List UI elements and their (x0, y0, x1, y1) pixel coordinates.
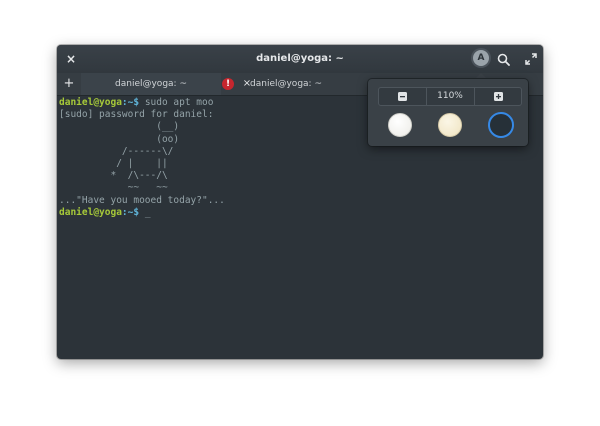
output-line: /------\/ (59, 145, 174, 157)
zoom-in-button[interactable] (474, 88, 522, 105)
prompt-user: daniel@yoga (59, 97, 122, 108)
font-settings-icon[interactable]: A (473, 50, 489, 66)
tab-label: daniel@yoga: ~ (250, 79, 322, 89)
minus-icon (398, 92, 407, 101)
final-prompt-line: daniel@yoga:~$ _ (59, 207, 225, 219)
zoom-control: 110% (378, 87, 522, 106)
output-line: / | || (59, 157, 168, 169)
font-settings-popover: 110% (368, 79, 528, 146)
prompt-path: :~$ (121, 206, 140, 218)
plus-icon (494, 92, 503, 101)
prompt-user: daniel@yoga (59, 206, 122, 218)
output-line: ~~ ~~ (59, 182, 168, 194)
output-line: (oo) (59, 133, 180, 145)
command-text: sudo apt moo (139, 97, 214, 108)
title-bar: × daniel@yoga: ~ A (57, 45, 543, 73)
tab-label: daniel@yoga: ~ (115, 79, 187, 89)
zoom-level: 110% (437, 91, 463, 101)
terminal-output[interactable]: daniel@yoga:~$ sudo apt moo [sudo] passwo… (59, 97, 225, 219)
cursor: _ (139, 206, 151, 218)
theme-light-swatch[interactable] (388, 113, 412, 137)
search-icon[interactable] (494, 50, 512, 68)
new-tab-button[interactable]: + (61, 73, 77, 95)
tab-2[interactable]: daniel@yoga: ~ (221, 73, 351, 95)
output-line: ..."Have you mooed today?"... (59, 194, 225, 206)
output-line: (__) (59, 121, 180, 133)
prompt-path: :~$ (121, 97, 140, 108)
output-line: [sudo] password for daniel: (59, 109, 214, 121)
window-title: daniel@yoga: ~ (256, 53, 344, 64)
tab-1[interactable]: daniel@yoga: ~ ! × (81, 73, 251, 95)
output-line: * /\---/\ (59, 170, 168, 182)
zoom-out-button[interactable] (379, 88, 427, 105)
command-line: daniel@yoga:~$ sudo apt moo (59, 97, 225, 109)
theme-solarized-light-swatch[interactable] (438, 113, 462, 137)
theme-dark-swatch[interactable] (488, 112, 514, 138)
fullscreen-icon[interactable] (522, 50, 540, 68)
